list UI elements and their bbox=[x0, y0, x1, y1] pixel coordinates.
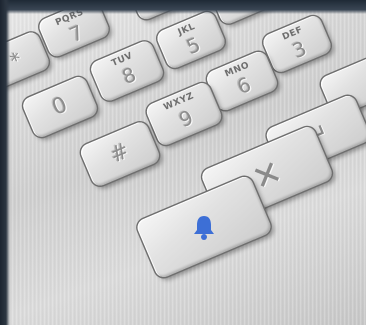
key-0[interactable]: 0 bbox=[20, 74, 100, 140]
key-3[interactable]: DEF 3 bbox=[260, 13, 334, 75]
key-8[interactable]: TUV 8 bbox=[88, 38, 166, 104]
key-hash-digit: # bbox=[106, 138, 134, 169]
key-hash[interactable]: # bbox=[78, 119, 162, 189]
keypad-frame-left bbox=[0, 0, 10, 325]
key-0-digit: 0 bbox=[48, 92, 72, 121]
keypad-photo: * PQRS 7 JKL 5 DEF 3 0 TUV 8 MNO 6 WXYZ … bbox=[0, 0, 366, 325]
key-5[interactable]: JKL 5 bbox=[154, 9, 228, 71]
key-bell[interactable] bbox=[134, 174, 274, 280]
bell-icon bbox=[189, 212, 219, 242]
keypad-frame-top bbox=[0, 0, 366, 14]
keypad-plate: * PQRS 7 JKL 5 DEF 3 0 TUV 8 MNO 6 WXYZ … bbox=[0, 0, 366, 325]
